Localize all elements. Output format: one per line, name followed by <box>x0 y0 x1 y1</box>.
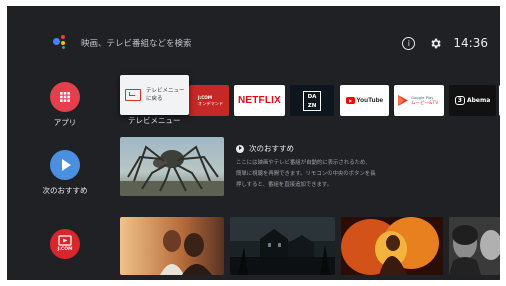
info-icon[interactable]: i <box>402 36 416 50</box>
play-movies-icon <box>398 95 408 106</box>
jcom-content-tile-2[interactable] <box>230 217 335 275</box>
dazn-logo-bottom: ZN <box>307 102 317 109</box>
gear-icon[interactable] <box>429 37 442 50</box>
play-next-desc-1: ここには映画やテレビ番組が自動的に表示されるため、 <box>236 160 371 166</box>
creature-image <box>120 137 224 196</box>
haunted-house-poster-image <box>230 217 335 275</box>
search-placeholder[interactable]: 映画、テレビ番組などを検索 <box>81 37 192 49</box>
rail-play-next-label: 次のおすすめ <box>42 186 88 195</box>
play-next-thumbnail[interactable] <box>120 137 224 196</box>
abema-badge: 3 <box>454 96 465 105</box>
play-icon[interactable] <box>50 150 80 180</box>
google-play-movies-app-tile[interactable]: Google Play ムービー&TV <box>394 85 444 116</box>
netflix-app-tile[interactable]: NETFLIX <box>234 85 285 116</box>
jcom-on-demand-line2: オンデマンド <box>198 100 224 106</box>
jcom-content-tile-4[interactable] <box>449 217 500 275</box>
jcom-content-tile-3[interactable] <box>341 217 443 275</box>
play-next-title-row: 次のおすすめ <box>236 143 426 154</box>
tv-menu-app-tile[interactable]: テレビメニュー に戻る <box>120 75 189 115</box>
play-next-desc-2: 簡単に視聴を再開できます。リモコンの中央のボタンを長 <box>236 171 376 177</box>
focused-app-caption: テレビメニュー <box>128 116 181 125</box>
netflix-logo: NETFLIX <box>237 95 282 106</box>
clock: 14:36 <box>453 36 488 50</box>
abema-app-tile[interactable]: 3 Abema <box>449 85 496 116</box>
play-next-info: 次のおすすめ ここには映画やテレビ番組が自動的に表示されるため、 簡単に視聴を再… <box>236 143 426 191</box>
play-next-title: 次のおすすめ <box>249 144 294 153</box>
dazn-logo-top: DA <box>307 93 317 100</box>
google-assistant-icon[interactable] <box>53 35 73 51</box>
bw-portrait-poster-image <box>449 217 500 275</box>
tv-menu-line1: テレビメニュー <box>146 88 185 94</box>
rail-jcom-label: J:COM <box>57 247 73 252</box>
search-bar[interactable]: 映画、テレビ番組などを検索 <box>53 35 192 51</box>
rail-apps[interactable]: アプリ <box>42 82 88 128</box>
fire-action-poster-image <box>341 217 443 275</box>
rail-play-next[interactable]: 次のおすすめ <box>42 150 88 196</box>
abema-logo-text: Abema <box>466 97 491 104</box>
jcom-on-demand-app-tile[interactable]: J:COM オンデマンド <box>189 85 229 116</box>
jcom-logo-icon[interactable]: J:COM <box>50 229 80 259</box>
jcom-content-tile-1[interactable] <box>120 217 224 275</box>
app-tile-partial[interactable] <box>499 85 500 116</box>
tv-home-screen: 映画、テレビ番組などを検索 i 14:36 アプリ 次のおすすめ J:COM テ… <box>7 6 500 280</box>
rail-apps-label: アプリ <box>53 118 77 127</box>
tv-menu-line2: に戻る <box>146 96 163 102</box>
status-area: i 14:36 <box>402 34 488 52</box>
movies-tv-label: ムービー&TV <box>411 100 439 106</box>
grid-icon[interactable] <box>50 82 80 112</box>
play-next-desc-3: 押しすると、番組を直接追加できます。 <box>236 182 333 188</box>
youtube-play-icon <box>345 97 355 104</box>
play-circle-icon <box>236 144 244 153</box>
tv-icon <box>125 89 141 101</box>
rail-jcom[interactable]: J:COM <box>42 229 88 259</box>
dazn-app-tile[interactable]: DA ZN <box>290 85 334 116</box>
romance-poster-image <box>120 217 224 275</box>
youtube-logo-text: YouTube <box>356 97 384 104</box>
youtube-app-tile[interactable]: YouTube <box>340 85 389 116</box>
